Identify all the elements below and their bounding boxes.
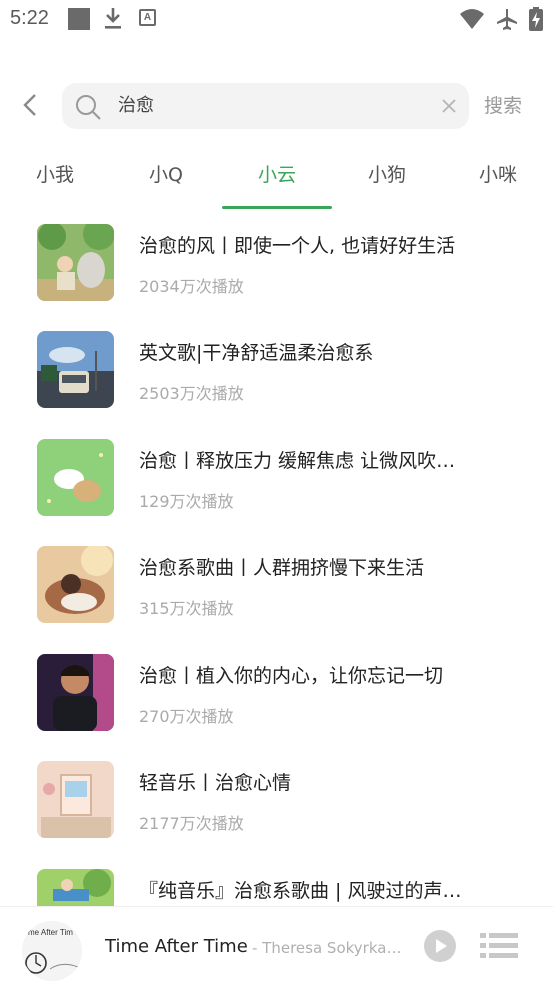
tab-xiaoyun[interactable]: 小云 [222, 160, 332, 187]
tab-xiaogou[interactable]: 小狗 [332, 160, 442, 187]
tab-xiaoq[interactable]: 小Q [111, 160, 221, 187]
tab-xiaowo[interactable]: 小我 [0, 160, 110, 187]
active-tab-indicator [222, 206, 332, 209]
play-count: 2503万次播放 [139, 384, 244, 403]
search-button[interactable]: 搜索 [484, 91, 522, 118]
airplane-icon [497, 9, 517, 30]
playlist-title: 『纯音乐』治愈系歌曲 | 风驶过的声… [139, 880, 462, 902]
mini-player[interactable]: me After Tim Time After Time - Theresa S… [0, 906, 553, 983]
play-count: 270万次播放 [139, 707, 234, 726]
status-bar: 5:22 A [0, 0, 553, 38]
playlist-cover [37, 654, 114, 731]
playlist-cover [37, 546, 114, 623]
square-notification-icon [68, 8, 90, 30]
clear-icon[interactable] [441, 98, 457, 114]
tab-xiaomi[interactable]: 小咪 [443, 160, 553, 187]
list-item[interactable]: 治愈的风丨即使一个人, 也请好好生活 2034万次播放 [0, 215, 553, 315]
now-playing-artist: - Theresa Sokyrka ... [252, 939, 402, 957]
source-tabs: 小我 小Q 小云 小狗 小咪 [0, 148, 553, 210]
battery-charging-icon [529, 7, 543, 31]
list-item[interactable]: 治愈丨植入你的内心，让你忘记一切 270万次播放 [0, 645, 553, 745]
play-count: 2177万次播放 [139, 814, 244, 833]
play-icon[interactable] [423, 929, 457, 963]
play-count: 129万次播放 [139, 492, 234, 511]
status-icons-right [459, 6, 543, 32]
playlist-title: 英文歌|干净舒适温柔治愈系 [139, 342, 374, 364]
search-box[interactable]: 治愈 [62, 83, 469, 129]
status-time: 5:22 [10, 7, 49, 29]
download-icon [105, 8, 121, 29]
playlist-queue-icon[interactable] [480, 931, 518, 961]
playlist-title: 治愈丨植入你的内心，让你忘记一切 [139, 665, 444, 687]
search-input[interactable]: 治愈 [118, 83, 154, 129]
playlist-cover [37, 439, 114, 516]
playlist-title: 轻音乐丨治愈心情 [139, 772, 292, 794]
playlist-title: 治愈的风丨即使一个人, 也请好好生活 [139, 235, 456, 257]
play-count: 2034万次播放 [139, 277, 244, 296]
now-playing-song: Time After Time [105, 936, 248, 957]
playlist-title: 治愈系歌曲丨人群拥挤慢下来生活 [139, 557, 425, 579]
now-playing-cover[interactable]: me After Tim [22, 921, 82, 981]
list-item[interactable]: 治愈系歌曲丨人群拥挤慢下来生活 315万次播放 [0, 537, 553, 637]
back-arrow-icon[interactable] [18, 92, 44, 118]
list-item[interactable]: 英文歌|干净舒适温柔治愈系 2503万次播放 [0, 322, 553, 422]
search-icon [76, 95, 101, 120]
svg-text:me After Tim: me After Tim [28, 928, 73, 937]
playlist-cover [37, 761, 114, 838]
play-count: 315万次播放 [139, 599, 234, 618]
playlist-title: 治愈丨释放压力 缓解焦虑 让微风吹… [139, 450, 456, 472]
playlist-cover [37, 331, 114, 408]
search-header: 治愈 搜索 [0, 80, 553, 132]
playlist-cover [37, 224, 114, 301]
a-badge-icon: A [139, 9, 156, 26]
list-item[interactable]: 治愈丨释放压力 缓解焦虑 让微风吹… 129万次播放 [0, 430, 553, 530]
wifi-icon [460, 9, 484, 29]
list-item[interactable]: 轻音乐丨治愈心情 2177万次播放 [0, 752, 553, 852]
